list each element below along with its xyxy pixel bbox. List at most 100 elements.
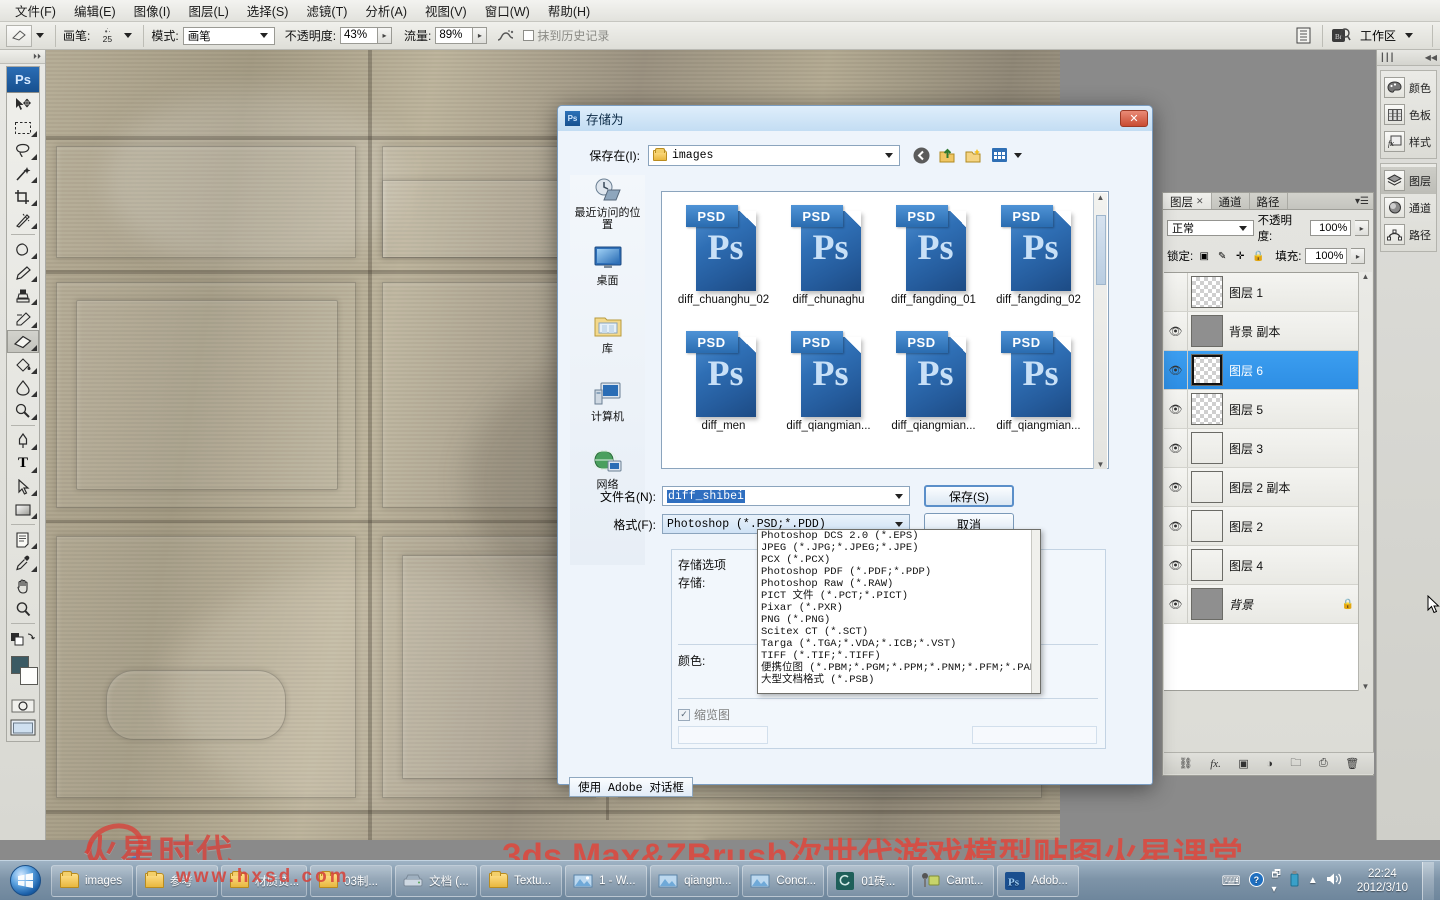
quick-mask-toggle[interactable] <box>7 696 39 716</box>
dock-item-channels[interactable]: 通道 <box>1381 194 1436 221</box>
dock-expand-icon[interactable]: ◀◀ <box>1425 53 1437 62</box>
rectangular-marquee-tool[interactable] <box>7 116 39 139</box>
layer-thumbnail[interactable] <box>1191 315 1223 347</box>
lock-transparent-pixels-icon[interactable]: ▣ <box>1197 249 1211 263</box>
layer-list[interactable]: 图层 1 👁 背景 副本 👁 图层 6 👁 图层 5 👁 图层 3 👁 图层 2… <box>1164 272 1360 691</box>
filename-input[interactable]: diff_shibei <box>662 486 910 506</box>
file-item[interactable]: Ps PSD diff_fangding_02 <box>986 201 1091 327</box>
start-button[interactable] <box>2 863 48 899</box>
menu-item-edit[interactable]: 编辑(E) <box>65 0 125 22</box>
dock-item-color[interactable]: 颜色 <box>1381 74 1436 101</box>
background-color-swatch[interactable] <box>20 667 38 685</box>
layer-row-7[interactable]: 👁 图层 2 <box>1164 507 1360 546</box>
format-caret-icon[interactable] <box>895 521 903 527</box>
place-computer[interactable]: 计算机 <box>570 379 645 441</box>
blend-mode-select[interactable]: 正常 <box>1167 220 1254 236</box>
toolbar-collapse-button[interactable]: ⏵⏵ <box>0 50 45 64</box>
layer-visibility-toggle[interactable]: 👁 <box>1164 585 1188 623</box>
layer-thumbnail[interactable] <box>1191 432 1223 464</box>
menu-item-window[interactable]: 窗口(W) <box>476 0 539 22</box>
thumbnail-checkbox[interactable]: ✓ 缩览图 <box>678 706 730 723</box>
clock[interactable]: 22:24 2012/3/10 <box>1351 867 1414 895</box>
color-swatches[interactable] <box>7 654 39 694</box>
layer-visibility-toggle[interactable]: 👁 <box>1164 351 1188 389</box>
layer-row-5[interactable]: 👁 图层 3 <box>1164 429 1360 468</box>
volume-icon[interactable] <box>1326 872 1343 889</box>
palettes-icon[interactable] <box>1293 25 1315 47</box>
rectangle-shape-tool[interactable] <box>7 498 39 521</box>
layer-name[interactable]: 图层 2 <box>1229 518 1360 535</box>
layer-row-4[interactable]: 👁 图层 5 <box>1164 390 1360 429</box>
layer-name[interactable]: 背景 <box>1229 596 1342 613</box>
format-option[interactable]: Targa (*.TGA;*.VDA;*.ICB;*.VST) <box>758 638 1040 650</box>
layer-row-2[interactable]: 👁 背景 副本 <box>1164 312 1360 351</box>
dock-item-layers[interactable]: 图层 <box>1381 167 1436 194</box>
brush-preset-thumbnail[interactable]: •˙· 25 <box>94 24 120 48</box>
save-button[interactable]: 保存(S) <box>924 485 1014 507</box>
menu-item-analysis[interactable]: 分析(A) <box>356 0 416 22</box>
layer-visibility-toggle[interactable]: 👁 <box>1164 546 1188 584</box>
menu-item-layer[interactable]: 图层(L) <box>179 0 237 22</box>
taskbar-item-01zhuan[interactable]: 01砖... <box>827 864 910 897</box>
taskbar-item-textures[interactable]: Textu... <box>480 864 563 897</box>
layer-list-scrollbar[interactable]: ▲ ▼ <box>1358 272 1372 691</box>
mode-select[interactable]: 画笔 <box>182 26 275 45</box>
dock-item-styles[interactable]: fx 样式 <box>1381 128 1436 155</box>
pen-tool[interactable] <box>7 429 39 452</box>
workspace-button[interactable]: 工作区 <box>1352 25 1425 46</box>
scroll-up-icon[interactable]: ▲ <box>1097 193 1105 202</box>
file-item[interactable]: Ps PSD diff_chuanghu_02 <box>671 201 776 327</box>
format-option[interactable]: Photoshop PDF (*.PDF;*.PDP) <box>758 566 1040 578</box>
tool-preset-caret-icon[interactable] <box>36 33 44 38</box>
layer-name[interactable]: 图层 2 副本 <box>1229 479 1360 496</box>
scroll-down-icon[interactable]: ▼ <box>1362 682 1370 691</box>
dodge-tool[interactable] <box>7 399 39 422</box>
brush-caret-icon[interactable] <box>124 33 133 38</box>
layer-row-6[interactable]: 👁 图层 2 副本 <box>1164 468 1360 507</box>
gradient-tool[interactable] <box>7 353 39 376</box>
adjustment-layer-icon[interactable]: ◑ <box>1266 758 1273 770</box>
format-option[interactable]: 便携位图 (*.PBM;*.PGM;*.PPM;*.PNM;*.PFM;*.PA… <box>758 662 1040 674</box>
dock-header[interactable]: ┃┃┃ ◀◀ <box>1377 50 1440 66</box>
new-group-icon[interactable]: 🗀 <box>1290 754 1301 773</box>
slice-tool[interactable] <box>7 208 39 231</box>
layer-row-1[interactable]: 图层 1 <box>1164 273 1360 312</box>
lasso-tool[interactable] <box>7 139 39 162</box>
format-option[interactable]: PICT 文件 (*.PCT;*.PICT) <box>758 590 1040 602</box>
save-as-dialog[interactable]: Ps 存储为 ✕ 保存在(I): images 最近访问的位置 桌面 库 计算机… <box>557 105 1440 797</box>
dock-item-paths[interactable]: 路径 <box>1381 221 1436 248</box>
crop-tool[interactable] <box>7 185 39 208</box>
tab-channels[interactable]: 通道 <box>1212 193 1250 209</box>
file-list-scrollbar[interactable]: ▲ ▼ <box>1093 193 1107 469</box>
layer-opacity-slider-button[interactable]: ▸ <box>1355 220 1369 236</box>
format-option[interactable]: Scitex CT (*.SCT) <box>758 626 1040 638</box>
layer-thumbnail[interactable] <box>1191 471 1223 503</box>
layer-visibility-toggle[interactable]: 👁 <box>1164 429 1188 467</box>
flow-input[interactable]: 89% <box>435 27 474 44</box>
add-mask-icon[interactable]: ▣ <box>1238 757 1248 770</box>
tab-layers[interactable]: 图层 ✕ <box>1163 193 1212 209</box>
taskbar-item-qiangmian[interactable]: qiangm... <box>650 864 740 897</box>
new-layer-icon[interactable]: ⎙ <box>1319 757 1328 770</box>
brush-tool[interactable] <box>7 261 39 284</box>
layer-fill-input[interactable]: 100% <box>1305 248 1348 264</box>
eraser-tool[interactable] <box>7 330 39 353</box>
opacity-input[interactable]: 43% <box>340 27 379 44</box>
layer-name[interactable]: 图层 1 <box>1229 284 1360 301</box>
lock-all-icon[interactable]: 🔒 <box>1251 249 1265 263</box>
layer-row-8[interactable]: 👁 图层 4 <box>1164 546 1360 585</box>
file-item[interactable]: Ps PSD diff_qiangmian... <box>986 327 1091 453</box>
lock-position-icon[interactable]: ✛ <box>1233 249 1247 263</box>
save-in-select[interactable]: images <box>648 144 900 166</box>
up-one-level-icon[interactable] <box>936 145 958 166</box>
view-mode-icon[interactable] <box>988 145 1010 166</box>
dialog-titlebar[interactable]: Ps 存储为 ✕ <box>558 106 1152 131</box>
show-hidden-icons-icon[interactable]: 🗗 ▾ <box>1272 867 1281 895</box>
link-layers-icon[interactable]: ⛓ <box>1179 757 1193 770</box>
tab-paths[interactable]: 路径 <box>1250 193 1288 209</box>
help-icon[interactable]: ? <box>1248 871 1264 890</box>
show-desktop-button[interactable] <box>1422 861 1434 900</box>
move-tool[interactable] <box>7 93 39 116</box>
format-option[interactable]: PCX (*.PCX) <box>758 554 1040 566</box>
menu-item-image[interactable]: 图像(I) <box>125 0 180 22</box>
